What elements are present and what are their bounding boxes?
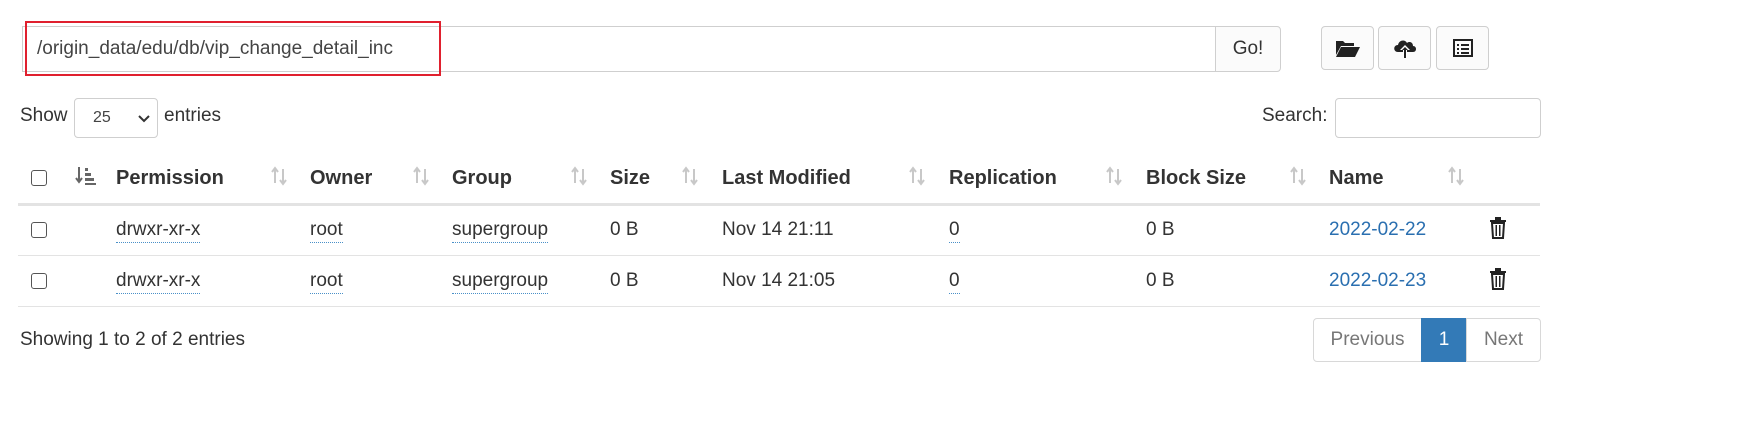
trash-icon[interactable] <box>1489 268 1507 290</box>
search-input[interactable] <box>1335 98 1541 138</box>
folder-open-icon <box>1335 41 1360 57</box>
path-input[interactable]: /origin_data/edu/db/vip_change_detail_in… <box>22 26 1216 72</box>
go-button[interactable]: Go! <box>1215 26 1281 72</box>
row-checkbox[interactable] <box>31 273 47 289</box>
name-link[interactable]: 2022-02-22 <box>1329 219 1426 241</box>
group-cell[interactable]: supergroup <box>452 270 549 294</box>
search-label: Search: <box>1262 105 1328 126</box>
column-header-size[interactable]: Size <box>610 167 650 190</box>
previous-page-button[interactable]: Previous <box>1313 318 1422 362</box>
sort-icon[interactable] <box>570 166 588 186</box>
owner-cell[interactable]: root <box>310 270 343 294</box>
column-header-replication[interactable]: Replication <box>949 167 1057 190</box>
table-info: Showing 1 to 2 of 2 entries <box>20 329 245 350</box>
upload-button[interactable] <box>1378 26 1431 70</box>
size-cell: 0 B <box>610 219 639 240</box>
block-size-cell: 0 B <box>1146 270 1175 291</box>
sort-icon[interactable] <box>270 166 288 186</box>
chevron-down-icon <box>138 115 150 123</box>
permission-cell[interactable]: drwxr-xr-x <box>116 219 201 243</box>
sort-icon[interactable] <box>908 166 926 186</box>
list-alt-icon <box>1452 39 1473 57</box>
sort-icon[interactable] <box>681 166 699 186</box>
column-header-permission[interactable]: Permission <box>116 167 224 190</box>
group-cell[interactable]: supergroup <box>452 219 549 243</box>
replication-cell[interactable]: 0 <box>949 270 960 294</box>
block-size-cell: 0 B <box>1146 219 1175 240</box>
next-page-button[interactable]: Next <box>1466 318 1541 362</box>
cut-paste-button[interactable] <box>1436 26 1489 70</box>
sort-desc-icon[interactable] <box>75 166 97 186</box>
column-header-group[interactable]: Group <box>452 167 512 190</box>
trash-icon[interactable] <box>1489 217 1507 239</box>
row-divider <box>18 255 1540 256</box>
modified-cell: Nov 14 21:05 <box>722 270 836 291</box>
page-1-button[interactable]: 1 <box>1421 318 1467 362</box>
permission-cell[interactable]: drwxr-xr-x <box>116 270 201 294</box>
entries-select-value: 25 <box>93 109 111 126</box>
row-checkbox[interactable] <box>31 222 47 238</box>
create-directory-button[interactable] <box>1321 26 1374 70</box>
sort-icon[interactable] <box>412 166 430 186</box>
column-header-last-modified[interactable]: Last Modified <box>722 167 851 190</box>
entries-per-page-select[interactable]: 25 <box>74 98 158 138</box>
replication-cell[interactable]: 0 <box>949 219 960 243</box>
column-header-owner[interactable]: Owner <box>310 167 372 190</box>
column-header-block-size[interactable]: Block Size <box>1146 167 1246 190</box>
modified-cell: Nov 14 21:11 <box>722 219 834 240</box>
select-all-checkbox[interactable] <box>31 170 47 186</box>
row-divider <box>18 306 1540 307</box>
sort-icon[interactable] <box>1105 166 1123 186</box>
show-label: Show <box>20 105 68 126</box>
owner-cell[interactable]: root <box>310 219 343 243</box>
size-cell: 0 B <box>610 270 639 291</box>
cloud-upload-icon <box>1393 40 1416 58</box>
header-divider <box>18 203 1540 206</box>
name-link[interactable]: 2022-02-23 <box>1329 270 1426 292</box>
sort-icon[interactable] <box>1447 166 1465 186</box>
column-header-name[interactable]: Name <box>1329 167 1383 190</box>
entries-label: entries <box>164 105 222 126</box>
sort-icon[interactable] <box>1289 166 1307 186</box>
